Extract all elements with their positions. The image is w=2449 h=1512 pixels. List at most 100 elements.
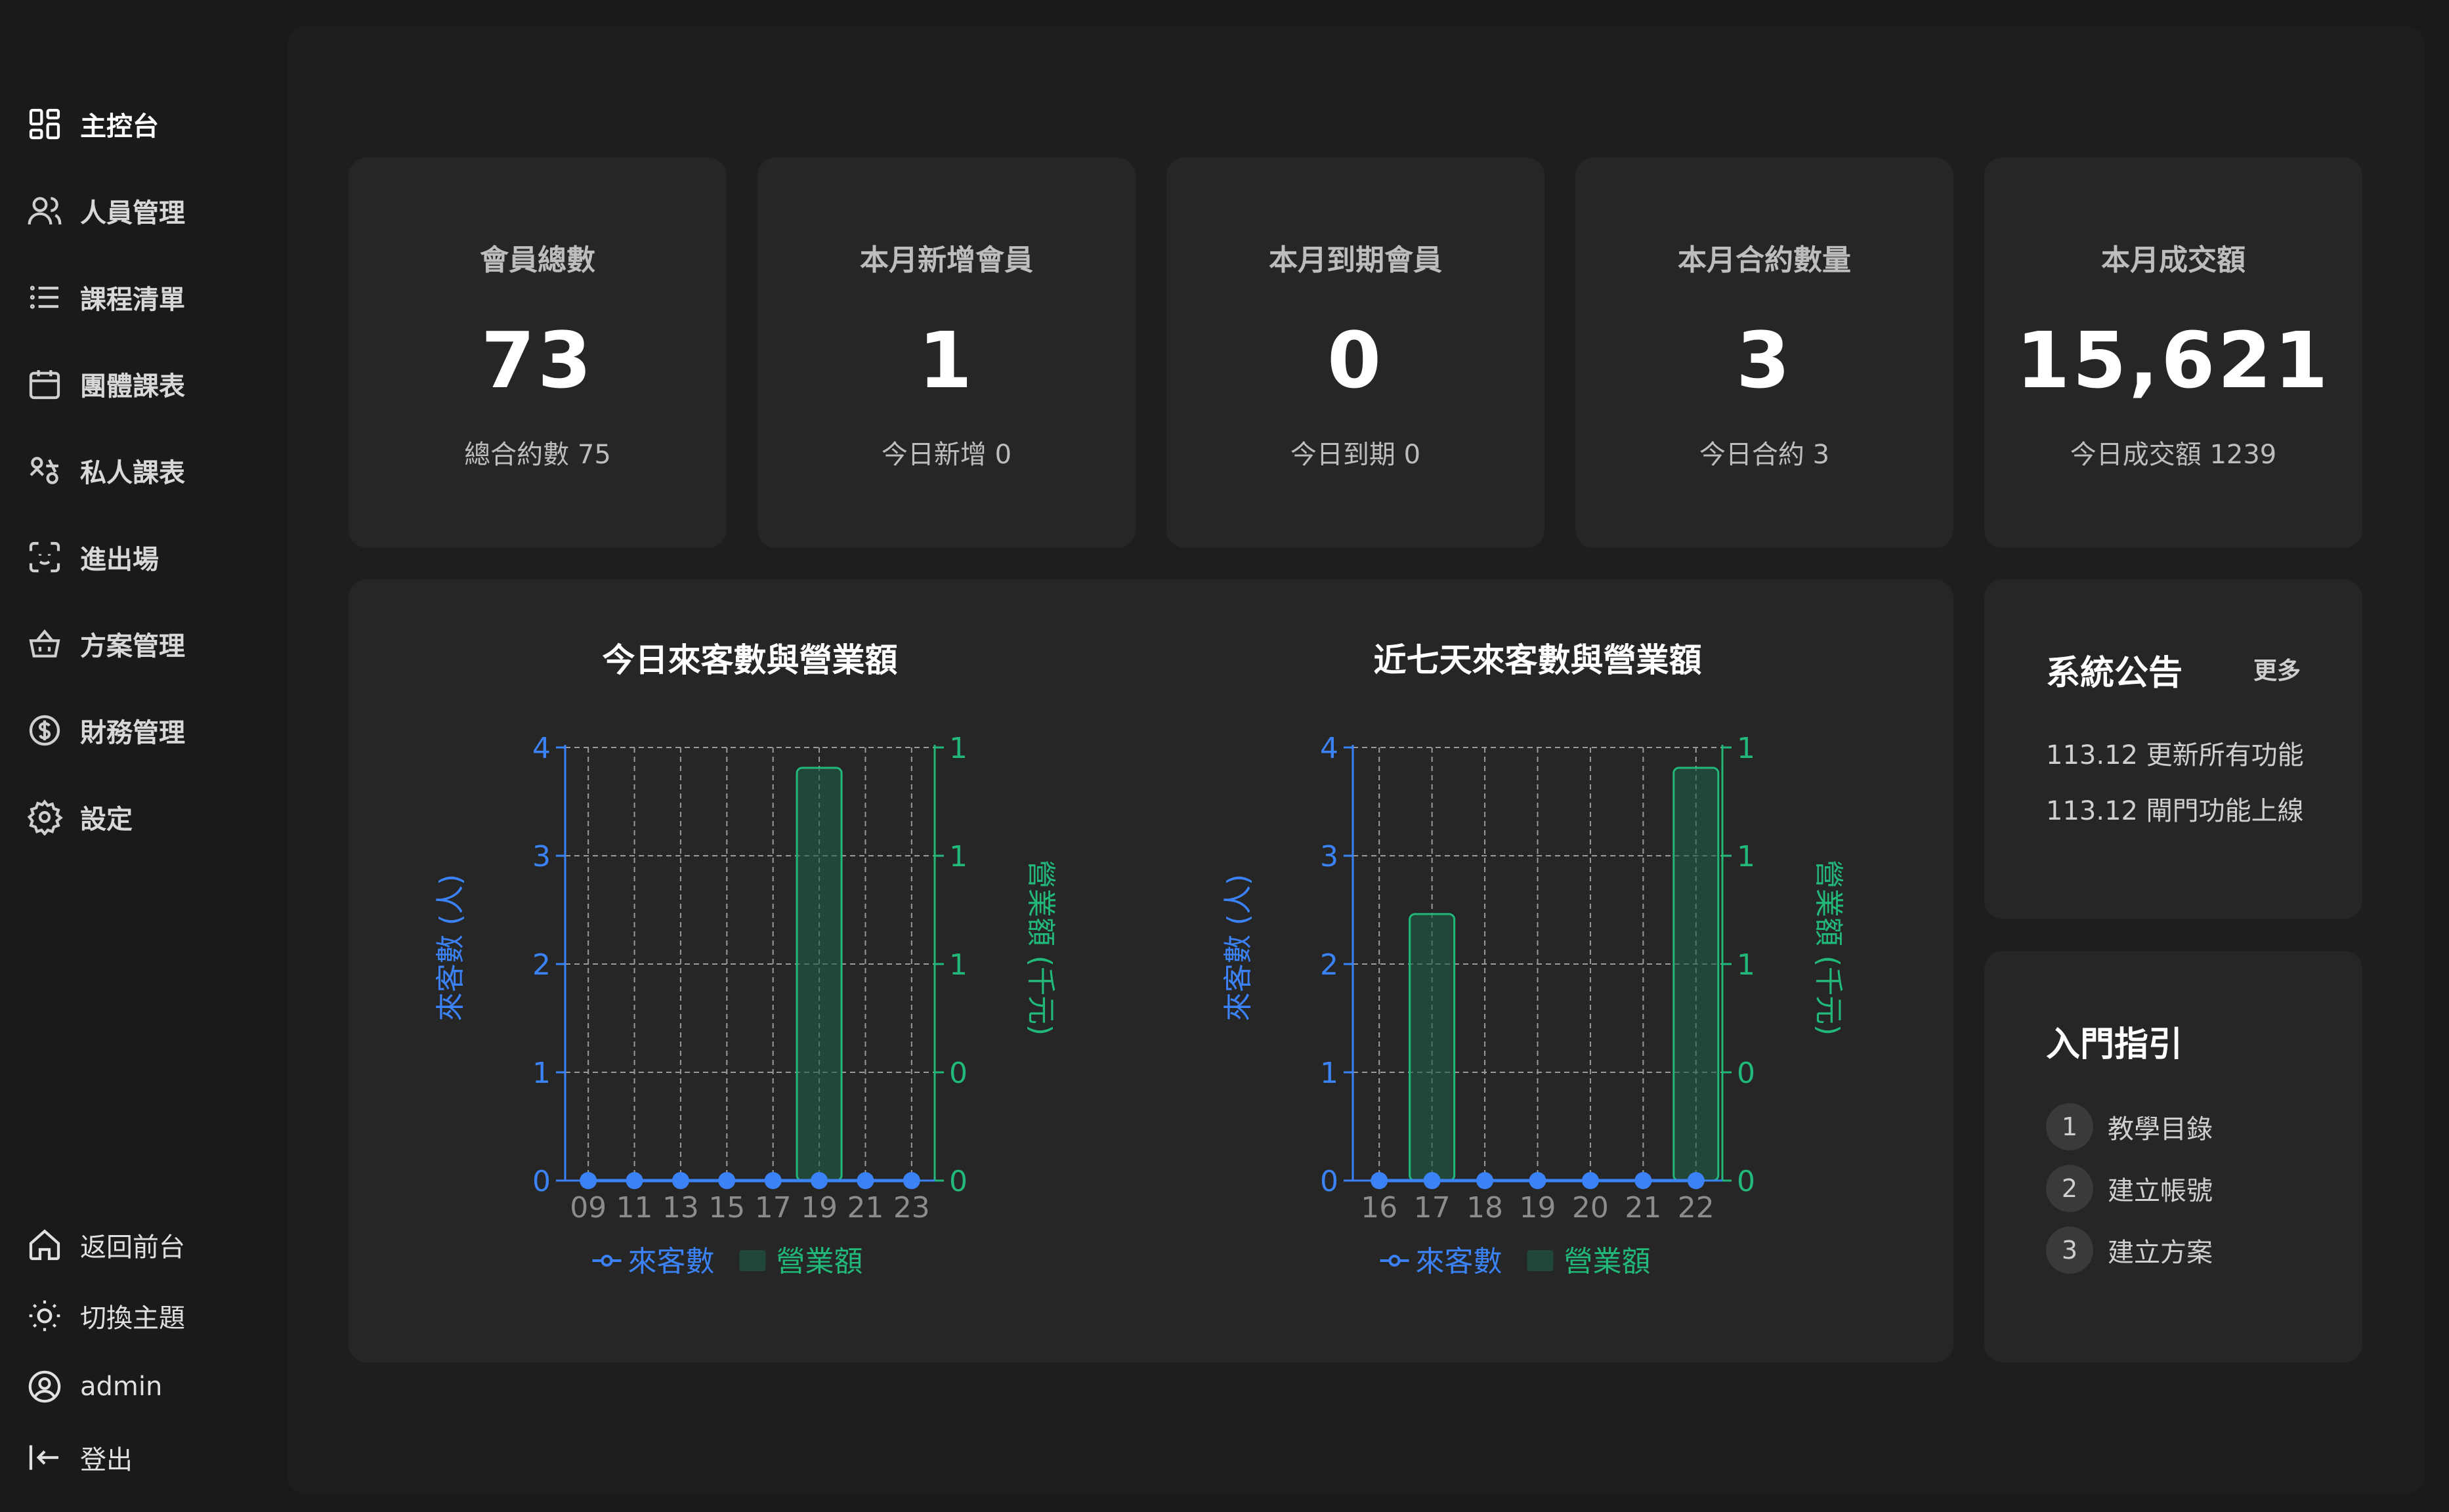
right-tick-label: 1 — [1737, 948, 1755, 982]
left-tick-label: 2 — [1320, 948, 1338, 982]
x-tick-label: 16 — [1361, 1191, 1397, 1225]
chart-seven-days: 近七天來客數與營業額 0 1 2 3 4 0 0 1 1 1 16 17 18 19 20 21 22 來客數 (人… — [1222, 641, 1845, 1278]
nav-label: 方案管理 — [80, 631, 185, 662]
nav-label: 進出場 — [80, 545, 159, 575]
nav-plan-management[interactable]: 方案管理 — [26, 621, 185, 667]
revenue-bar — [796, 766, 843, 1182]
guide-label: 建立帳號 — [2108, 1176, 2213, 1206]
right-tick-label: 1 — [1737, 840, 1755, 873]
stat-value: 15,621 — [2016, 315, 2331, 406]
nav-label: 主控台 — [80, 112, 159, 142]
left-tick-label: 4 — [1320, 732, 1338, 765]
nav-dashboard[interactable]: 主控台 — [26, 101, 159, 147]
legend-label: 營業額 — [1564, 1245, 1651, 1278]
nav-finance-management[interactable]: 財務管理 — [26, 707, 185, 753]
announcement-item[interactable]: 113.12 更新所有功能 — [2046, 734, 2304, 772]
legend-label: 來客數 — [628, 1245, 715, 1278]
right-tick-label: 0 — [949, 1165, 968, 1198]
nav-group-schedule[interactable]: 團體課表 — [26, 361, 185, 407]
face-scan-icon — [29, 541, 60, 573]
x-tick-label: 17 — [755, 1191, 792, 1225]
guide-item-tutorial[interactable]: 1 教學目錄 — [2046, 1103, 2213, 1150]
nav-entry-exit[interactable]: 進出場 — [26, 534, 159, 580]
visitors-point — [1371, 1172, 1388, 1189]
left-tick-label: 1 — [532, 1057, 551, 1090]
stat-title: 本月新增會員 — [860, 243, 1033, 277]
x-tick-label: 18 — [1466, 1191, 1503, 1225]
logout-button[interactable]: 登出 — [26, 1435, 133, 1480]
right-tick-label: 1 — [1737, 732, 1755, 765]
visitors-point — [903, 1172, 920, 1189]
left-tick-label: 3 — [532, 840, 551, 873]
guide-item-create-account[interactable]: 2 建立帳號 — [2046, 1165, 2213, 1212]
stat-title: 會員總數 — [480, 243, 595, 277]
x-tick-label: 09 — [570, 1191, 607, 1225]
nav-label: 設定 — [80, 805, 133, 835]
x-tick-label: 22 — [1678, 1191, 1714, 1225]
right-tick-label: 1 — [949, 732, 968, 765]
visitors-point — [671, 1172, 689, 1189]
dollar-icon — [29, 715, 60, 746]
visitors-point — [580, 1172, 597, 1189]
guide-card: 入門指引 1 教學目錄 2 建立帳號 3 建立方案 — [1984, 951, 2362, 1362]
nav-course-list[interactable]: 課程清單 — [26, 274, 185, 320]
nav-back-to-frontend[interactable]: 返回前台 — [26, 1222, 185, 1268]
stat-value: 3 — [1736, 315, 1793, 406]
step-number-badge: 1 — [2046, 1103, 2093, 1150]
nav-label: 團體課表 — [80, 371, 185, 402]
calendar-icon — [29, 370, 60, 400]
nav-private-schedule[interactable]: 私人課表 — [26, 448, 185, 494]
revenue-bar — [1409, 913, 1456, 1182]
announcements-card: 系統公告 更多 113.12 更新所有功能 113.12 閘門功能上線 — [1984, 579, 2362, 919]
revenue-bar — [1672, 766, 1720, 1182]
nav-settings[interactable]: 設定 — [26, 794, 133, 840]
stat-card-contracts: 本月合約數量 3 今日合約 3 — [1575, 158, 1953, 548]
stat-title: 本月到期會員 — [1269, 243, 1442, 277]
visitors-point — [1634, 1172, 1652, 1189]
chart-title: 今日來客數與營業額 — [603, 641, 898, 679]
left-tick-label: 1 — [1320, 1057, 1338, 1090]
theme-toggle[interactable]: 切換主題 — [26, 1293, 185, 1339]
visitors-point — [1476, 1172, 1494, 1189]
user-circle-icon — [28, 1370, 61, 1403]
visitors-point — [1529, 1172, 1546, 1189]
stat-value: 1 — [918, 315, 975, 406]
right-tick-label: 0 — [949, 1057, 968, 1090]
announcement-item[interactable]: 113.12 閘門功能上線 — [2046, 789, 2304, 828]
left-axis-title: 來客數 (人) — [1222, 874, 1255, 1021]
sidebar: 主控台 人員管理 課程清單 團體課表 私人課表 進出場 方案管理 財務管理 設定… — [0, 0, 286, 1512]
step-number-badge: 2 — [2046, 1165, 2093, 1212]
left-tick-label: 2 — [532, 948, 551, 982]
visitors-point — [857, 1172, 874, 1189]
x-tick-label: 17 — [1414, 1191, 1451, 1225]
x-tick-label: 20 — [1572, 1191, 1609, 1225]
guide-item-create-plan[interactable]: 3 建立方案 — [2046, 1227, 2213, 1274]
nav-label: 人員管理 — [80, 198, 185, 228]
users-icon — [28, 197, 62, 225]
left-tick-label: 0 — [1320, 1165, 1338, 1198]
stat-card-new-members: 本月新增會員 1 今日新增 0 — [757, 158, 1136, 548]
nav-staff-management[interactable]: 人員管理 — [26, 188, 185, 234]
x-tick-label: 13 — [662, 1191, 699, 1225]
list-icon — [30, 285, 58, 309]
legend-line-marker — [601, 1255, 613, 1267]
nav-label: 返回前台 — [80, 1232, 185, 1263]
visitors-point — [1581, 1172, 1599, 1189]
chart-title: 近七天來客數與營業額 — [1374, 641, 1702, 679]
stat-value: 73 — [480, 315, 595, 406]
more-link[interactable]: 更多 — [2253, 652, 2301, 686]
user-account[interactable]: admin — [26, 1364, 162, 1410]
stat-title: 本月成交額 — [2101, 243, 2246, 277]
logout-icon — [29, 1445, 58, 1470]
left-tick-label: 4 — [532, 732, 551, 765]
right-tick-label: 1 — [949, 948, 968, 982]
home-icon — [29, 1229, 60, 1261]
visitors-point — [1423, 1172, 1441, 1189]
x-tick-label: 19 — [801, 1191, 838, 1225]
legend-bar-swatch — [1527, 1250, 1554, 1271]
right-tick-label: 0 — [1737, 1057, 1755, 1090]
dashboard-grid-icon — [29, 108, 60, 140]
visitors-point — [764, 1172, 782, 1189]
left-tick-label: 3 — [1320, 840, 1338, 873]
chart-today: 今日來客數與營業額012340011109 11 13 15 17 19 21 23來客數 (… — [434, 641, 1057, 1278]
